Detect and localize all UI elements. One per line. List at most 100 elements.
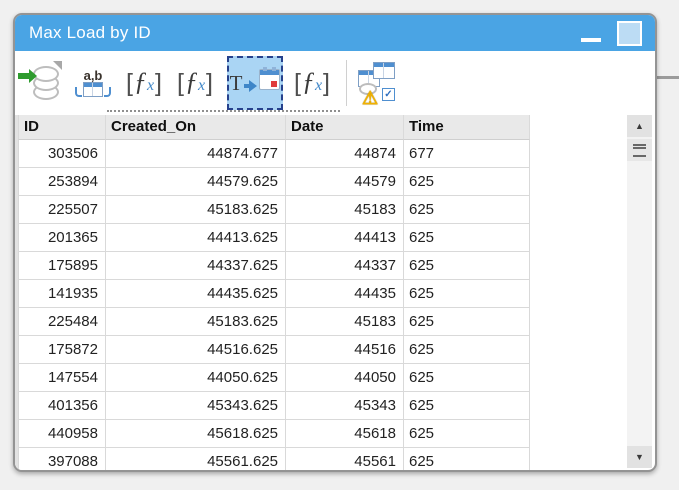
check-icon: ✓ bbox=[382, 88, 395, 101]
selection-marquee-edge bbox=[107, 110, 340, 112]
table-cell: 625 bbox=[404, 308, 530, 336]
data-grid: ID Created_On Date Time 303506 44874.677 4487… bbox=[18, 115, 530, 470]
table-row: 397088 45561.625 45561 625 bbox=[18, 448, 530, 470]
table-cell: 625 bbox=[404, 252, 530, 280]
tables-warning-check-icon: ⚠ ✓ bbox=[357, 61, 395, 108]
t-letter-icon: T bbox=[229, 70, 243, 95]
table-cell: 175872 bbox=[18, 336, 106, 364]
table-cell: 147554 bbox=[18, 364, 106, 392]
table-cell: 44337 bbox=[286, 252, 404, 280]
table-row: 303506 44874.677 44874 677 bbox=[18, 140, 530, 168]
table-cell: 44874 bbox=[286, 140, 404, 168]
table-cell: 45618.625 bbox=[106, 420, 286, 448]
table-body: 303506 44874.677 44874 677 253894 44579.625 44… bbox=[18, 140, 530, 470]
table-cell: 625 bbox=[404, 448, 530, 470]
toolbar-separator bbox=[346, 60, 347, 106]
maximize-button[interactable] bbox=[617, 20, 642, 46]
table-cell: 44579.625 bbox=[106, 168, 286, 196]
table-cell: 175895 bbox=[18, 252, 106, 280]
table-cell: 44435.625 bbox=[106, 280, 286, 308]
table-row: 225507 45183.625 45183 625 bbox=[18, 196, 530, 224]
table-cell: 201365 bbox=[18, 224, 106, 252]
scrollbar-track[interactable] bbox=[627, 161, 652, 446]
formula-fx-icon: [ ƒ x ] bbox=[293, 67, 330, 97]
table-cell: 625 bbox=[404, 196, 530, 224]
ab-table-icon: a,b bbox=[75, 69, 111, 97]
column-header-date[interactable]: Date bbox=[286, 115, 404, 140]
table-cell: 625 bbox=[404, 280, 530, 308]
table-cell: 45183.625 bbox=[106, 308, 286, 336]
table-cell: 625 bbox=[404, 420, 530, 448]
table-cell: 44435 bbox=[286, 280, 404, 308]
table-cell: 303506 bbox=[18, 140, 106, 168]
column-header-time[interactable]: Time bbox=[404, 115, 530, 140]
formula-tool-1[interactable]: [ ƒ x ] bbox=[125, 57, 163, 109]
table-cell: 625 bbox=[404, 336, 530, 364]
curved-arrow-left-icon bbox=[75, 87, 82, 97]
table-cell: 225484 bbox=[18, 308, 106, 336]
max-load-window: Max Load by ID a,b [ƒ x] [ƒ x] T [ƒ… bbox=[13, 13, 657, 472]
table-cell: 45561 bbox=[286, 448, 404, 470]
grip-icon bbox=[633, 143, 646, 157]
scroll-up-button[interactable]: ▲ bbox=[627, 115, 652, 137]
table-row: 253894 44579.625 44579 625 bbox=[18, 168, 530, 196]
table-cell: 45618 bbox=[286, 420, 404, 448]
calendar-icon bbox=[259, 66, 281, 90]
blue-arrow-icon bbox=[244, 80, 258, 92]
formula-fx-icon: [ ƒ x ] bbox=[125, 67, 162, 97]
datetime-tool[interactable]: T bbox=[227, 56, 283, 110]
table-header: ID Created_On Date Time bbox=[18, 115, 530, 140]
table-cell: 45183 bbox=[286, 308, 404, 336]
table-cell: 625 bbox=[404, 224, 530, 252]
table-cell: 625 bbox=[404, 168, 530, 196]
table-cell: 45343 bbox=[286, 392, 404, 420]
mini-table-icon bbox=[373, 62, 395, 79]
minimize-button[interactable] bbox=[579, 19, 603, 47]
arrow-up-icon: ▲ bbox=[635, 121, 644, 131]
curved-arrow-right-icon bbox=[104, 87, 111, 97]
table-cell: 44516.625 bbox=[106, 336, 286, 364]
connector-wire bbox=[654, 76, 679, 79]
minimize-icon bbox=[581, 38, 601, 42]
table-row: 175872 44516.625 44516 625 bbox=[18, 336, 530, 364]
tool-strip: a,b [ ƒ x ] [ ƒ x ] T [ƒ x] ⚠ ✓ bbox=[15, 51, 655, 115]
table-cell: 440958 bbox=[18, 420, 106, 448]
table-cell: 44050.625 bbox=[106, 364, 286, 392]
table-cell: 397088 bbox=[18, 448, 106, 470]
table-cell: 45183 bbox=[286, 196, 404, 224]
browse-check-tool[interactable]: ⚠ ✓ bbox=[357, 57, 395, 109]
table-row: 225484 45183.625 45183 625 bbox=[18, 308, 530, 336]
table-cell: 44516 bbox=[286, 336, 404, 364]
table-cell: 44050 bbox=[286, 364, 404, 392]
table-cell: 44413 bbox=[286, 224, 404, 252]
table-row: 175895 44337.625 44337 625 bbox=[18, 252, 530, 280]
text-to-columns-tool[interactable]: a,b bbox=[74, 57, 112, 109]
table-cell: 625 bbox=[404, 392, 530, 420]
table-row: 201365 44413.625 44413 625 bbox=[18, 224, 530, 252]
window-titlebar[interactable]: Max Load by ID bbox=[15, 15, 655, 51]
column-header-id[interactable]: ID bbox=[18, 115, 106, 140]
scrollbar-thumb[interactable] bbox=[627, 139, 652, 161]
table-cell: 141935 bbox=[18, 280, 106, 308]
table-cell: 44579 bbox=[286, 168, 404, 196]
vertical-scrollbar[interactable]: ▲ ▼ bbox=[627, 115, 652, 468]
table-cell: 225507 bbox=[18, 196, 106, 224]
table-cell: 45183.625 bbox=[106, 196, 286, 224]
table-cell: 45561.625 bbox=[106, 448, 286, 470]
table-cell: 45343.625 bbox=[106, 392, 286, 420]
warning-icon: ⚠ bbox=[362, 88, 379, 108]
table-cell: 44874.677 bbox=[106, 140, 286, 168]
table-cell: 253894 bbox=[18, 168, 106, 196]
formula-tool-2[interactable]: [ ƒ x ] bbox=[176, 57, 214, 109]
table-row: 401356 45343.625 45343 625 bbox=[18, 392, 530, 420]
table-row: 147554 44050.625 44050 625 bbox=[18, 364, 530, 392]
table-cell: 44337.625 bbox=[106, 252, 286, 280]
column-header-created_on[interactable]: Created_On bbox=[106, 115, 286, 140]
table-cell: 677 bbox=[404, 140, 530, 168]
table-row: 141935 44435.625 44435 625 bbox=[18, 280, 530, 308]
arrow-down-icon: ▼ bbox=[635, 452, 644, 462]
formula-tool-3[interactable]: [ ƒ x ] bbox=[293, 57, 331, 109]
scroll-down-button[interactable]: ▼ bbox=[627, 446, 652, 468]
input-data-tool[interactable] bbox=[18, 57, 62, 109]
table-cell: 625 bbox=[404, 364, 530, 392]
